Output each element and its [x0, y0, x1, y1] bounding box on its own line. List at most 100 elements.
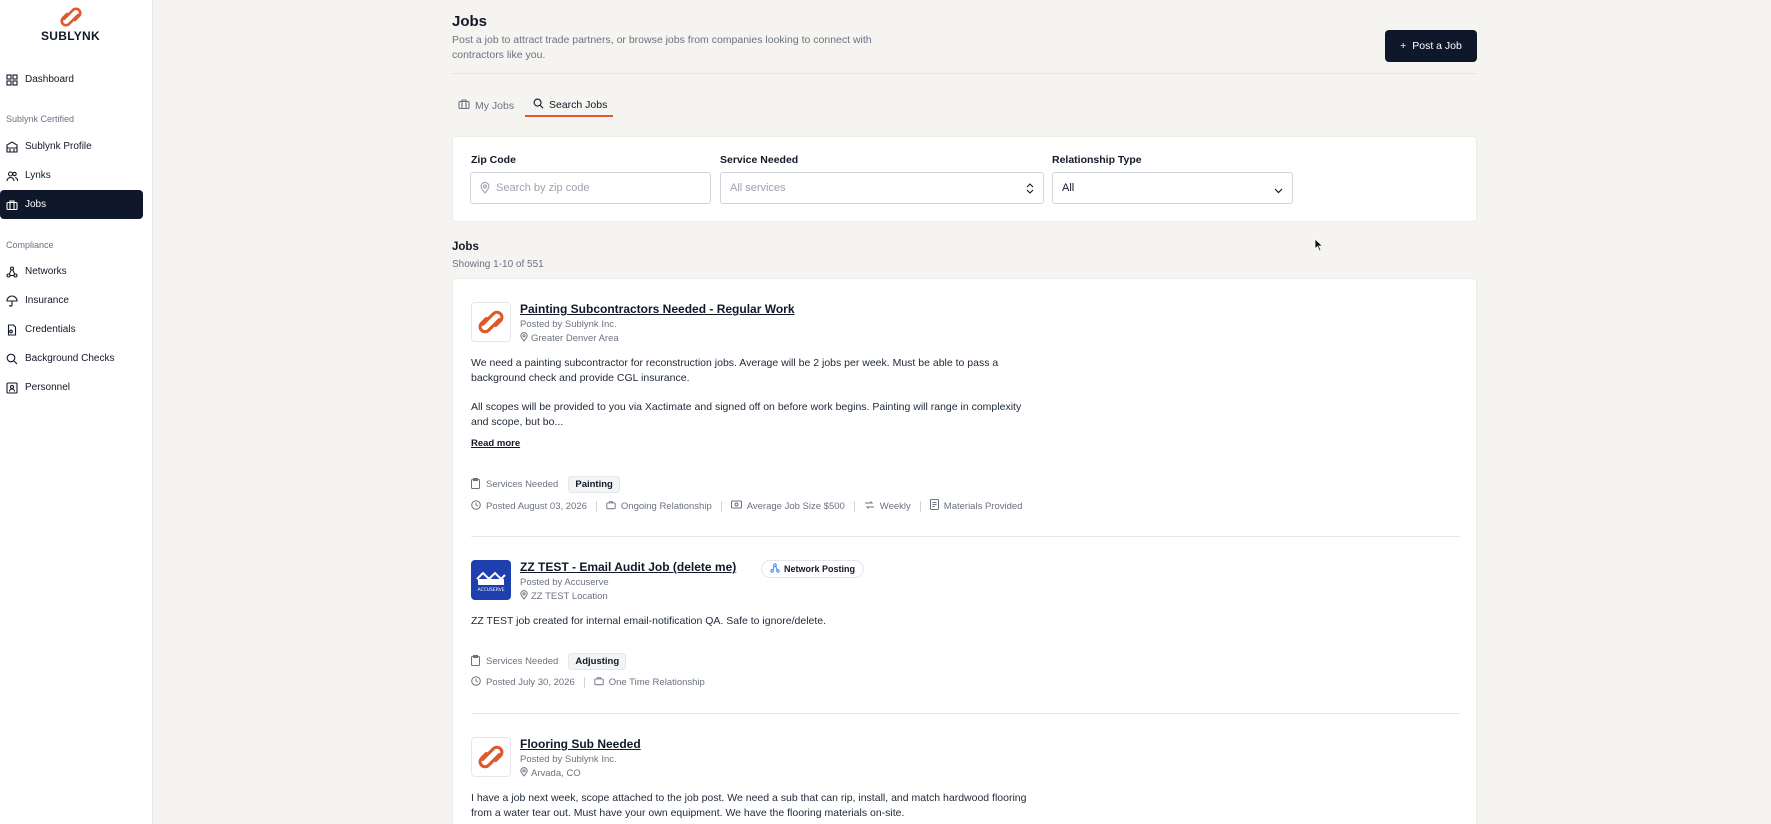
page-title: Jobs — [452, 13, 488, 30]
job-title-link[interactable]: Painting Subcontractors Needed - Regular… — [520, 302, 795, 316]
sidebar-item-label: Dashboard — [25, 74, 74, 85]
map-pin-icon — [520, 590, 528, 603]
job-title-link[interactable]: ZZ TEST - Email Audit Job (delete me) — [520, 560, 736, 574]
tab-label: My Jobs — [475, 99, 515, 112]
job-description-more: All scopes will be provided to you via X… — [471, 401, 1022, 428]
users-icon — [6, 170, 18, 182]
materials-text: Materials Provided — [943, 500, 1023, 512]
job-posted-by: Posted by Sublynk Inc. — [520, 319, 617, 330]
repeat-icon — [864, 500, 875, 513]
relationship-type-select[interactable]: All — [1052, 172, 1293, 204]
tab-search-jobs[interactable]: Search Jobs — [525, 94, 614, 117]
cash-icon — [730, 500, 742, 512]
job-divider — [471, 713, 1460, 714]
briefcase-icon — [458, 98, 470, 113]
service-tag: Adjusting — [568, 653, 627, 670]
service-needed-label: Service Needed — [720, 154, 799, 166]
sidebar: SUBLYNK Dashboard Sublynk Certified Subl… — [0, 0, 153, 824]
map-pin-icon — [520, 332, 528, 345]
brand-logo[interactable]: SUBLYNK — [0, 6, 141, 43]
job-description: We need a painting subcontractor for rec… — [471, 357, 999, 384]
network-icon — [770, 563, 780, 575]
sidebar-item-label: Networks — [25, 266, 67, 277]
job-card: Painting Subcontractors Needed - Regular… — [471, 302, 1460, 512]
job-location: ZZ TEST Location — [520, 590, 608, 603]
chevron-updown-icon — [1026, 183, 1034, 197]
services-row: Services Needed Adjusting — [471, 653, 627, 670]
sidebar-item-label: Personnel — [25, 382, 71, 393]
job-location-text: Greater Denver Area — [531, 333, 619, 344]
job-posted-by: Posted by Sublynk Inc. — [520, 754, 617, 765]
service-tag: Painting — [568, 476, 620, 493]
job-meta-row: Posted August 03, 2026 Ongoing Relations… — [471, 499, 1022, 513]
services-label: Services Needed — [486, 479, 559, 490]
clock-icon — [471, 676, 481, 689]
company-logo — [471, 302, 511, 342]
sidebar-item-networks[interactable]: Networks — [0, 257, 143, 286]
job-location: Arvada, CO — [520, 767, 581, 780]
map-pin-icon — [520, 767, 528, 780]
meta-separator — [720, 500, 722, 512]
tab-label: Search Jobs — [549, 98, 608, 111]
plus-icon: + — [1400, 40, 1407, 52]
sidebar-item-sublynk-profile[interactable]: Sublynk Profile — [0, 132, 143, 161]
briefcase-icon — [594, 676, 604, 689]
sidebar-item-dashboard[interactable]: Dashboard — [0, 65, 143, 94]
relationship-type-value: All — [1062, 182, 1075, 194]
building-icon — [6, 140, 18, 153]
jobs-list: Painting Subcontractors Needed - Regular… — [452, 278, 1477, 824]
zip-code-input[interactable] — [496, 182, 710, 194]
badge-label: Network Posting — [784, 564, 856, 574]
relationship-type-label: Relationship Type — [1052, 154, 1142, 166]
sidebar-section-compliance: Compliance — [6, 240, 54, 250]
post-job-button[interactable]: + Post a Job — [1385, 30, 1477, 62]
brand-name: SUBLYNK — [40, 29, 100, 43]
sidebar-item-background-checks[interactable]: Background Checks — [0, 344, 143, 373]
job-divider — [471, 536, 1460, 537]
average-job-size: Average Job Size $500 — [730, 500, 845, 512]
document-icon — [6, 323, 18, 336]
sublynk-logo-icon — [478, 745, 504, 769]
job-description: I have a job next week, scope attached t… — [471, 792, 1027, 819]
sidebar-item-credentials[interactable]: Credentials — [0, 315, 143, 344]
posted-date-text: Posted August 03, 2026 — [486, 500, 587, 512]
job-posted-by: Posted by Accuserve — [520, 577, 609, 588]
jobs-list-count: Showing 1-10 of 551 — [452, 259, 544, 270]
relationship-text: One Time Relationship — [608, 677, 705, 688]
umbrella-icon — [6, 295, 18, 307]
relationship-text: Ongoing Relationship — [620, 500, 712, 512]
map-pin-icon — [480, 182, 490, 194]
sidebar-item-label: Insurance — [25, 295, 69, 306]
zip-code-label: Zip Code — [471, 154, 516, 166]
company-logo — [471, 737, 511, 777]
sidebar-item-label: Credentials — [25, 324, 76, 335]
relationship-type: Ongoing Relationship — [606, 500, 712, 513]
zip-code-field[interactable] — [470, 172, 711, 204]
sidebar-item-insurance[interactable]: Insurance — [0, 286, 143, 315]
mouse-cursor-icon — [1314, 238, 1324, 255]
job-title-link[interactable]: Flooring Sub Needed — [520, 737, 641, 751]
sidebar-item-lynks[interactable]: Lynks — [0, 161, 143, 190]
sidebar-item-jobs[interactable]: Jobs — [0, 190, 143, 219]
search-icon — [533, 98, 544, 112]
sidebar-item-personnel[interactable]: Personnel — [0, 373, 143, 402]
service-needed-value: All services — [730, 182, 786, 194]
job-meta-row: Posted July 30, 2026 One Time Relationsh… — [471, 676, 705, 689]
job-location: Greater Denver Area — [520, 332, 619, 345]
tab-my-jobs[interactable]: My Jobs — [458, 94, 514, 117]
filter-panel: Zip Code Service Needed All services Rel… — [452, 136, 1477, 222]
job-card: ACCUSERVE ZZ TEST - Email Audit Job (del… — [471, 560, 1460, 690]
posted-date: Posted July 30, 2026 — [471, 676, 575, 689]
meta-separator — [595, 500, 597, 512]
sidebar-item-label: Background Checks — [25, 353, 115, 364]
average-job-size-text: Average Job Size $500 — [746, 500, 845, 512]
posted-date: Posted August 03, 2026 — [471, 499, 587, 513]
service-needed-select[interactable]: All services — [720, 172, 1044, 204]
posted-date-text: Posted July 30, 2026 — [486, 677, 575, 688]
chevron-down-icon — [1274, 185, 1283, 197]
read-more-link[interactable]: Read more — [471, 438, 520, 449]
briefcase-icon — [606, 500, 616, 513]
sublynk-logo-icon — [59, 7, 82, 27]
briefcase-icon — [6, 199, 18, 211]
company-logo: ACCUSERVE — [471, 560, 511, 600]
